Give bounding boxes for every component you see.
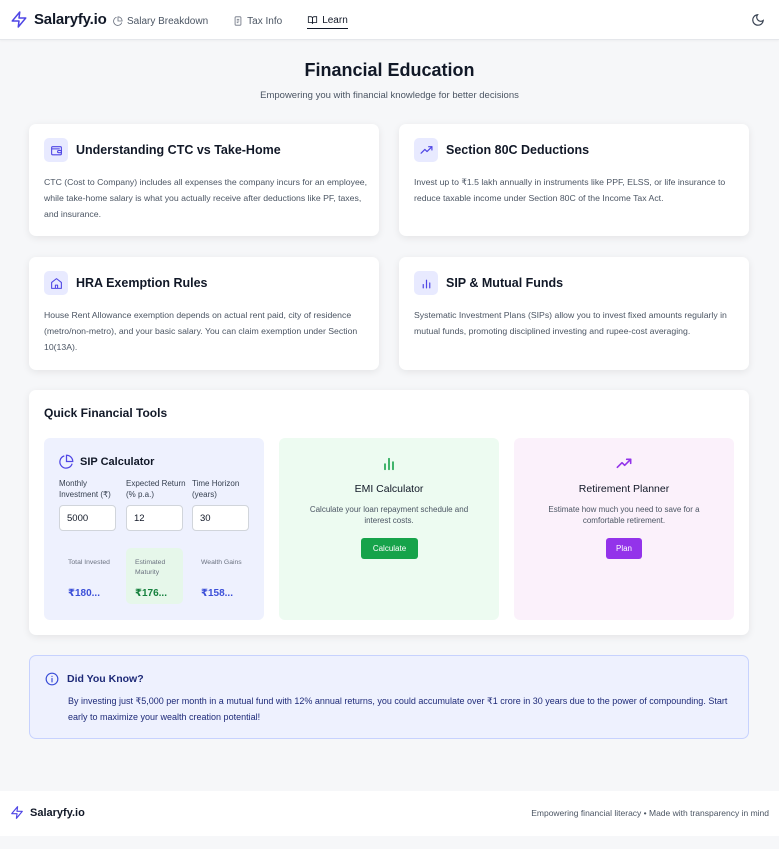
- nav-label: Salary Breakdown: [127, 15, 209, 27]
- book-icon: [308, 16, 318, 24]
- footer-tagline: Empowering financial literacy • Made wit…: [531, 808, 769, 818]
- plan-button[interactable]: Plan: [606, 538, 642, 559]
- main-nav: Salary Breakdown Tax Info Learn: [113, 13, 373, 29]
- stat-estimated-maturity: Estimated Maturity ₹176...: [126, 548, 183, 604]
- page-title: Financial Education: [304, 60, 475, 80]
- monthly-investment-input[interactable]: [59, 505, 116, 531]
- wallet-icon: [44, 138, 68, 162]
- calculate-button[interactable]: Calculate: [361, 538, 418, 559]
- field-label: Monthly Investment (₹): [59, 479, 111, 499]
- nav-learn[interactable]: Learn: [307, 13, 348, 29]
- top-navbar: Salaryfy.io Salary Breakdown Tax Info Le…: [0, 0, 779, 40]
- bar-chart-icon: [384, 457, 394, 471]
- document-icon: [234, 16, 242, 26]
- quick-tools-panel: Quick Financial Tools SIP Calculator Mon…: [29, 390, 749, 635]
- retirement-planner: Retirement Planner Estimate how much you…: [514, 438, 734, 620]
- card-title: HRA Exemption Rules: [76, 276, 208, 290]
- section-title: Quick Financial Tools: [44, 406, 168, 420]
- page-subtitle: Empowering you with financial knowledge …: [260, 90, 519, 101]
- stat-label: Estimated Maturity: [135, 559, 166, 576]
- card-body: CTC (Cost to Company) includes all expen…: [44, 177, 368, 219]
- nav-label: Learn: [322, 14, 348, 26]
- bar-chart-icon: [414, 271, 438, 295]
- info-icon: [45, 672, 59, 686]
- footer-brand[interactable]: Salaryfy.io: [10, 805, 85, 820]
- tool-title: Retirement Planner: [578, 483, 670, 495]
- card-body: House Rent Allowance exemption depends o…: [44, 310, 358, 352]
- pie-chart-icon: [59, 454, 74, 469]
- card-body: Invest up to ₹1.5 lakh annually in instr…: [414, 177, 726, 203]
- footer: Salaryfy.io Empowering financial literac…: [0, 791, 779, 836]
- callout-text: By investing just ₹5,000 per month in a …: [68, 696, 728, 722]
- lightning-icon: [11, 806, 23, 819]
- tool-title: SIP Calculator: [80, 455, 155, 468]
- tool-description: Calculate your loan repayment schedule a…: [309, 505, 469, 525]
- trending-up-icon: [616, 458, 632, 469]
- info-card-sip: SIP & Mutual Funds Systematic Investment…: [399, 257, 749, 370]
- stat-total-invested: Total Invested ₹180...: [59, 548, 116, 604]
- card-title: Section 80C Deductions: [446, 143, 590, 157]
- stat-label: Wealth Gains: [201, 559, 242, 566]
- field-label: Time Horizon (years): [192, 479, 240, 499]
- info-card-ctc: Understanding CTC vs Take-Home CTC (Cost…: [29, 124, 379, 236]
- field-label: Expected Return (% p.a.): [126, 479, 186, 499]
- tool-description: Estimate how much you need to save for a…: [548, 505, 700, 525]
- nav-salary-breakdown[interactable]: Salary Breakdown: [113, 13, 208, 29]
- stat-label: Total Invested: [68, 559, 110, 566]
- brand-name: Salaryfy.io: [34, 11, 107, 28]
- trending-up-icon: [414, 138, 438, 162]
- brand-logo[interactable]: Salaryfy.io: [10, 10, 107, 29]
- lightning-icon: [11, 11, 27, 28]
- did-you-know-callout: Did You Know? By investing just ₹5,000 p…: [29, 655, 749, 739]
- nav-label: Tax Info: [247, 15, 283, 27]
- expected-return-input[interactable]: [126, 505, 183, 531]
- card-title: Understanding CTC vs Take-Home: [76, 143, 281, 157]
- time-horizon-input[interactable]: [192, 505, 249, 531]
- home-icon: [44, 271, 68, 295]
- emi-calculator: EMI Calculator Calculate your loan repay…: [279, 438, 499, 620]
- pie-chart-icon: [113, 16, 123, 26]
- stat-value: ₹176...: [135, 588, 167, 599]
- card-title: SIP & Mutual Funds: [446, 276, 564, 290]
- callout-title: Did You Know?: [67, 673, 144, 685]
- footer-brand-name: Salaryfy.io: [30, 806, 85, 819]
- moon-icon[interactable]: [751, 13, 765, 27]
- stat-value: ₹180...: [68, 588, 100, 599]
- sip-calculator: SIP Calculator Monthly Investment (₹) Ex…: [44, 438, 264, 620]
- card-body: Systematic Investment Plans (SIPs) allow…: [414, 310, 727, 336]
- nav-tax-info[interactable]: Tax Info: [233, 13, 282, 29]
- stat-value: ₹158...: [201, 588, 233, 599]
- tool-title: EMI Calculator: [354, 483, 424, 495]
- info-card-80c: Section 80C Deductions Invest up to ₹1.5…: [399, 124, 749, 236]
- info-card-hra: HRA Exemption Rules House Rent Allowance…: [29, 257, 379, 370]
- stat-wealth-gains: Wealth Gains ₹158...: [192, 548, 249, 604]
